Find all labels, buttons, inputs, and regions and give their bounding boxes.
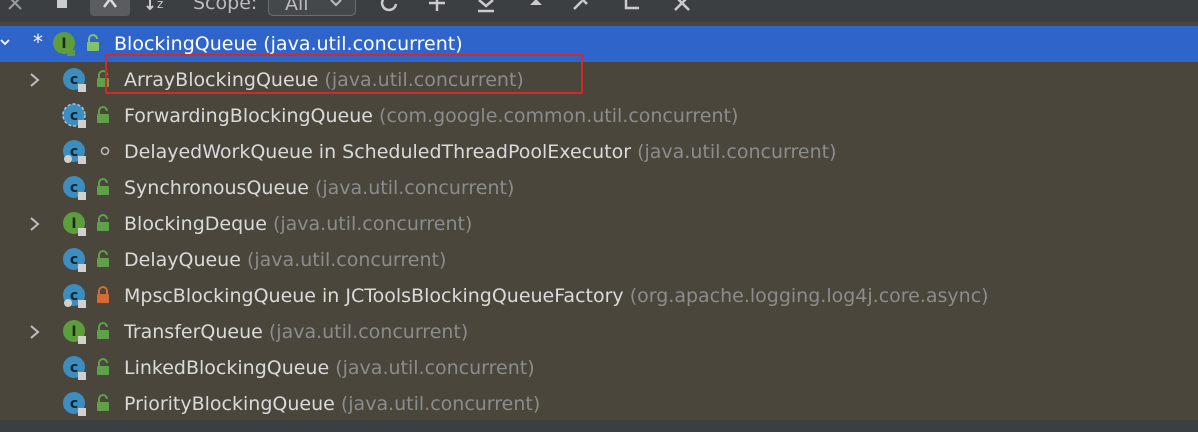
class-icon: c — [62, 247, 88, 273]
annotation-highlight-box — [105, 54, 583, 94]
pin-icon[interactable] — [566, 0, 594, 16]
tree-item-label: ForwardingBlockingQueue (com.google.comm… — [124, 98, 738, 134]
svg-text:c: c — [70, 180, 78, 196]
public-lock-icon — [96, 106, 110, 124]
tree-row[interactable]: I BlockingDeque (java.util.concurrent) — [0, 206, 1198, 242]
public-lock-icon — [96, 250, 110, 268]
tree-row[interactable]: c DelayedWorkQueue in ScheduledThreadPoo… — [0, 134, 1198, 170]
stop-icon[interactable] — [52, 0, 72, 16]
package-name: (java.util.concurrent) — [272, 213, 473, 235]
public-lock-icon — [96, 178, 110, 196]
class-name: BlockingQueue — [114, 33, 258, 55]
public-lock-icon — [96, 358, 110, 376]
public-lock-icon — [96, 394, 110, 412]
class-name: SynchronousQueue — [124, 177, 309, 199]
class-name: MpscBlockingQueue in JCToolsBlockingQueu… — [124, 285, 624, 307]
class-icon: c — [62, 67, 88, 93]
class-name: TransferQueue — [124, 321, 263, 343]
scope-value: All — [285, 0, 309, 15]
package-name: (java.util.concurrent) — [335, 357, 535, 379]
svg-text:I: I — [71, 216, 76, 232]
svg-text:I: I — [61, 36, 66, 52]
sort-alpha-icon[interactable]: z — [145, 0, 175, 16]
class-hierarchy-icon[interactable] — [90, 0, 130, 16]
package-name: (com.google.common.util.concurrent) — [379, 105, 739, 127]
svg-text:c: c — [70, 252, 78, 268]
inner-class-icon: c — [62, 139, 88, 165]
svg-text:c: c — [70, 396, 78, 412]
svg-text:I: I — [71, 324, 76, 340]
public-lock-icon — [96, 322, 110, 340]
svg-text:c: c — [70, 360, 78, 376]
tree-row[interactable]: I TransferQueue (java.util.concurrent) — [0, 314, 1198, 350]
class-icon: c — [62, 355, 88, 381]
tree-item-label: TransferQueue (java.util.concurrent) — [124, 314, 468, 350]
package-private-icon — [98, 142, 112, 160]
interface-icon: I — [52, 31, 78, 57]
package-name: (java.util.concurrent) — [246, 249, 447, 271]
open-in-tab-icon[interactable] — [618, 0, 646, 16]
tree-row[interactable]: c MpscBlockingQueue in JCToolsBlockingQu… — [0, 278, 1198, 314]
inner-class-icon: c — [62, 283, 88, 309]
svg-text:c: c — [70, 72, 78, 88]
scope-label: Scope: — [193, 0, 258, 14]
tree-item-label: MpscBlockingQueue in JCToolsBlockingQueu… — [124, 278, 989, 314]
tree-item-label: DelayedWorkQueue in ScheduledThreadPoolE… — [124, 134, 836, 170]
tree-row[interactable]: c LinkedBlockingQueue (java.util.concurr… — [0, 350, 1198, 386]
class-name: ForwardingBlockingQueue — [124, 105, 373, 127]
tree-row[interactable]: c DelayQueue (java.util.concurrent) — [0, 242, 1198, 278]
public-lock-icon — [96, 214, 110, 232]
close-panel-icon[interactable] — [668, 0, 696, 16]
tree-item-label: PriorityBlockingQueue (java.util.concurr… — [124, 386, 540, 422]
star-icon: * — [33, 30, 43, 54]
package-name: (java.util.concurrent) — [340, 393, 541, 415]
svg-text:c: c — [70, 108, 78, 124]
package-name: (java.util.concurrent) — [314, 177, 515, 199]
tree-item-label: BlockingDeque (java.util.concurrent) — [124, 206, 472, 242]
package-name: (java.util.concurrent) — [268, 321, 469, 343]
class-name: PriorityBlockingQueue — [124, 393, 335, 415]
tree-row[interactable]: c ForwardingBlockingQueue (com.google.co… — [0, 98, 1198, 134]
bottom-bar — [0, 420, 1198, 432]
tree-row[interactable]: c SynchronousQueue (java.util.concurrent… — [0, 170, 1198, 206]
public-lock-icon — [86, 34, 100, 52]
refresh-icon[interactable] — [374, 0, 404, 16]
class-name: DelayedWorkQueue in ScheduledThreadPoolE… — [124, 141, 632, 163]
chevron-right-icon[interactable] — [28, 215, 42, 233]
chevron-down-icon[interactable] — [0, 32, 14, 52]
package-name: (java.util.concurrent) — [637, 141, 837, 163]
tree-row[interactable]: c PriorityBlockingQueue (java.util.concu… — [0, 386, 1198, 422]
interface-icon: I — [62, 319, 88, 345]
hierarchy-toolbar: z Scope: All — [0, 0, 1198, 22]
class-icon: c — [62, 175, 88, 201]
close-icon[interactable] — [4, 0, 26, 16]
class-name: BlockingDeque — [124, 213, 267, 235]
add-icon[interactable] — [424, 0, 450, 16]
chevron-right-icon[interactable] — [28, 323, 42, 341]
package-name: (java.util.concurrent) — [263, 33, 463, 55]
class-name: LinkedBlockingQueue — [124, 357, 330, 379]
chevron-down-icon — [329, 0, 343, 15]
private-lock-icon — [96, 286, 110, 304]
export-icon[interactable] — [472, 0, 500, 16]
svg-text:z: z — [157, 0, 163, 11]
tree-item-label: LinkedBlockingQueue (java.util.concurren… — [124, 350, 535, 386]
scope-select[interactable]: All — [268, 0, 356, 16]
class-name: DelayQueue — [124, 249, 241, 271]
class-icon: c — [62, 391, 88, 417]
interface-icon: I — [62, 211, 88, 237]
collapse-up-icon[interactable] — [522, 0, 550, 16]
abstract-class-icon: c — [62, 103, 88, 129]
chevron-right-icon[interactable] — [28, 71, 42, 89]
package-name: (org.apache.logging.log4j.core.async) — [629, 285, 989, 307]
tree-item-label: DelayQueue (java.util.concurrent) — [124, 242, 446, 278]
tree-item-label: SynchronousQueue (java.util.concurrent) — [124, 170, 514, 206]
